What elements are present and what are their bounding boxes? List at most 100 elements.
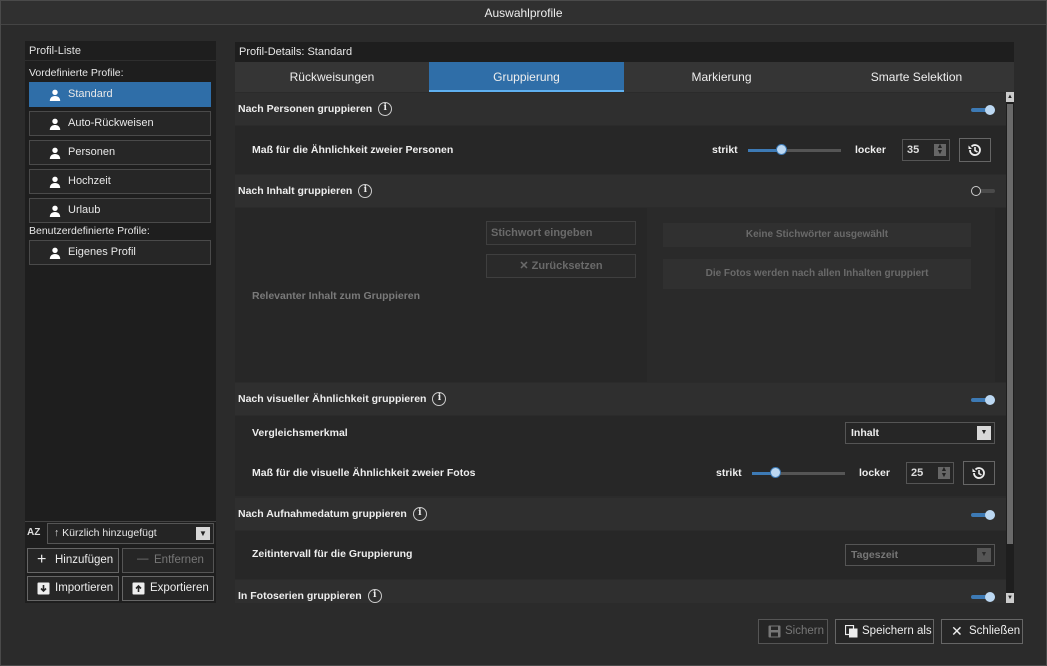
- import-label: Importieren: [55, 582, 114, 594]
- info-icon[interactable]: i: [367, 589, 382, 603]
- date-toggle[interactable]: [971, 510, 995, 520]
- add-profile-button[interactable]: + Hinzufügen: [27, 548, 119, 573]
- profile-details-header: Profil-Details: Standard: [235, 42, 1014, 62]
- predefined-profiles-label: Vordefinierte Profile:: [29, 67, 124, 79]
- section-visual: Nach visueller Ähnlichkeit gruppieren i: [235, 383, 1006, 415]
- persons-strict-label: strikt: [712, 144, 738, 156]
- remove-profile-button[interactable]: — Entfernen: [122, 548, 214, 573]
- date-interval-select[interactable]: Tageszeit ▼: [845, 544, 995, 566]
- visual-reset-button[interactable]: [963, 461, 995, 485]
- sort-value: Kürzlich hinzugefügt: [62, 527, 157, 539]
- keyword-placeholder: Stichwort eingeben: [491, 227, 593, 239]
- info-icon[interactable]: i: [358, 184, 373, 199]
- profile-item[interactable]: Hochzeit: [29, 169, 211, 194]
- no-keywords-label: Keine Stichwörter ausgewählt: [663, 223, 971, 247]
- profile-item-label: Urlaub: [68, 204, 101, 216]
- section-persons: Nach Personen gruppieren i: [235, 93, 1006, 125]
- visual-toggle[interactable]: [971, 395, 995, 405]
- scrollbar-thumb[interactable]: [1007, 104, 1013, 544]
- profile-item-label: Hochzeit: [68, 175, 111, 187]
- section-date-title: Nach Aufnahmedatum gruppieren: [238, 508, 407, 520]
- visual-feature-select[interactable]: Inhalt ▼: [845, 422, 995, 444]
- section-date: Nach Aufnahmedatum gruppieren i: [235, 498, 1006, 530]
- visual-feature-value: Inhalt: [851, 427, 879, 439]
- keyword-input[interactable]: Stichwort eingeben: [486, 221, 636, 245]
- info-icon[interactable]: i: [432, 392, 447, 407]
- chevron-down-icon: ▼: [977, 548, 991, 562]
- user-icon: [49, 118, 61, 130]
- export-icon: [132, 582, 145, 595]
- save-button[interactable]: Sichern: [758, 619, 828, 644]
- profile-item-label: Auto-Rückweisen: [68, 117, 154, 129]
- add-label: Hinzufügen: [55, 554, 114, 566]
- series-toggle[interactable]: [971, 592, 995, 602]
- persons-toggle[interactable]: [971, 105, 995, 115]
- section-persons-title: Nach Personen gruppieren: [238, 103, 373, 115]
- dialog-window: Auswahlprofile Profil-Liste Vordefiniert…: [0, 0, 1047, 666]
- section-content-title: Nach Inhalt gruppieren: [238, 185, 353, 197]
- chevron-down-icon: ▼: [977, 426, 991, 440]
- scroll-down-icon[interactable]: ▼: [1006, 593, 1014, 603]
- user-icon: [49, 89, 61, 101]
- profile-details-panel: Profil-Details: Standard Rückweisungen G…: [235, 42, 1014, 603]
- visual-similarity-slider[interactable]: [752, 467, 845, 479]
- visual-loose-label: locker: [859, 467, 890, 479]
- spinner-icon[interactable]: ▲ ▼: [938, 466, 950, 479]
- history-icon: [972, 467, 985, 479]
- info-icon[interactable]: i: [378, 102, 393, 117]
- content-info-text: Die Fotos werden nach allen Inhalten gru…: [663, 259, 971, 289]
- plus-icon: +: [37, 551, 47, 568]
- persons-similarity-label: Maß für die Ähnlichkeit zweier Personen: [252, 144, 454, 156]
- profile-item[interactable]: Standard: [29, 82, 211, 107]
- close-icon: ✕: [951, 623, 963, 639]
- date-interval-row: Zeitintervall für die Gruppierung Tagesz…: [235, 531, 1006, 579]
- sort-bar: AZ ↑ Kürzlich hinzugefügt ▼: [25, 521, 216, 544]
- profile-item-label: Standard: [68, 88, 113, 100]
- scrollbar[interactable]: ▲ ▼: [1006, 92, 1014, 603]
- save-as-button[interactable]: Speichern als: [835, 619, 934, 644]
- date-interval-value: Tageszeit: [851, 549, 899, 561]
- save-as-label: Speichern als: [862, 625, 932, 637]
- keyword-list-area: Keine Stichwörter ausgewählt Die Fotos w…: [647, 208, 995, 382]
- user-icon: [49, 247, 61, 259]
- section-series: In Fotoserien gruppieren i: [235, 580, 1006, 603]
- tab-rueckweisungen[interactable]: Rückweisungen: [235, 62, 429, 92]
- profile-list-header: Profil-Liste: [25, 41, 216, 61]
- scroll-up-icon[interactable]: ▲: [1006, 92, 1014, 102]
- tab-markierung[interactable]: Markierung: [624, 62, 819, 92]
- profile-item[interactable]: Urlaub: [29, 198, 211, 223]
- persons-similarity-value: 35: [907, 144, 920, 156]
- profile-item[interactable]: Auto-Rückweisen: [29, 111, 211, 136]
- profile-list-panel: Profil-Liste Vordefinierte Profile: Stan…: [25, 41, 216, 603]
- close-button[interactable]: ✕ Schließen: [941, 619, 1023, 644]
- profile-item[interactable]: Eigenes Profil: [29, 240, 211, 265]
- sort-dropdown[interactable]: ↑ Kürzlich hinzugefügt ▼: [47, 523, 214, 544]
- import-button[interactable]: Importieren: [27, 576, 119, 601]
- visual-feature-label: Vergleichsmerkmal: [252, 427, 348, 439]
- save-label: Sichern: [785, 625, 824, 637]
- tab-smarte-selektion[interactable]: Smarte Selektion: [819, 62, 1014, 92]
- window-title: Auswahlprofile: [1, 1, 1046, 25]
- sort-az-icon[interactable]: AZ: [27, 525, 43, 541]
- visual-similarity-input[interactable]: 25 ▲ ▼: [906, 462, 954, 484]
- remove-label: Entfernen: [154, 554, 204, 566]
- content-reset-button[interactable]: ✕ Zurücksetzen: [486, 254, 636, 278]
- history-icon: [968, 144, 981, 156]
- content-details-row: Relevanter Inhalt zum Gruppieren Stichwo…: [235, 208, 1006, 382]
- persons-similarity-slider[interactable]: [748, 144, 841, 156]
- info-icon[interactable]: i: [412, 507, 427, 522]
- persons-loose-label: locker: [855, 144, 886, 156]
- arrow-up-icon: ↑: [54, 527, 60, 539]
- content-reset-label: Zurücksetzen: [531, 260, 603, 272]
- tab-bar: Rückweisungen Gruppierung Markierung Sma…: [235, 62, 1014, 92]
- chevron-down-icon: ▼: [196, 527, 210, 540]
- persons-similarity-input[interactable]: 35 ▲ ▼: [902, 139, 950, 161]
- spinner-icon[interactable]: ▲ ▼: [934, 143, 946, 156]
- tab-gruppierung[interactable]: Gruppierung: [429, 62, 624, 92]
- content-toggle[interactable]: [971, 186, 995, 196]
- user-icon: [49, 147, 61, 159]
- profile-item[interactable]: Personen: [29, 140, 211, 165]
- persons-reset-button[interactable]: [959, 138, 991, 162]
- export-button[interactable]: Exportieren: [122, 576, 214, 601]
- import-icon: [37, 582, 50, 595]
